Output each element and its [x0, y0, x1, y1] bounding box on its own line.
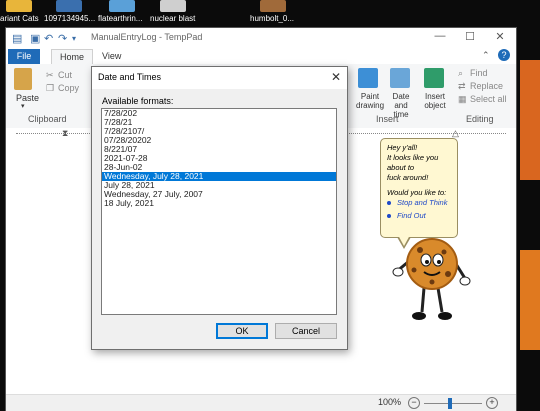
- assistant-speech-bubble: Hey y'all! It looks like you about to fu…: [380, 138, 458, 249]
- dialog-title-bar: Date and Times ✕: [92, 67, 347, 89]
- image-thumbnail-icon: [56, 0, 82, 12]
- image-thumbnail-icon: [109, 0, 135, 12]
- collapse-ribbon-icon[interactable]: ⌃: [482, 50, 490, 61]
- tab-view[interactable]: View: [94, 49, 129, 64]
- bullet-icon: [387, 214, 391, 218]
- select-all-button[interactable]: Select all: [470, 94, 507, 104]
- cookie-right-eye: [432, 253, 444, 267]
- image-thumbnail-icon: [260, 0, 286, 12]
- zoom-out-button[interactable]: −: [408, 397, 420, 409]
- insert-group-label: Insert: [376, 114, 399, 124]
- paint-drawing-icon: [358, 68, 378, 88]
- image-thumbnail-icon: [160, 0, 186, 12]
- window-title: ManualEntryLog - TempPad: [91, 32, 203, 42]
- tab-file[interactable]: File: [8, 49, 40, 64]
- desktop-icon-nuclear-blast[interactable]: nuclear blast: [150, 0, 196, 30]
- assistant-line: fuck around!: [387, 173, 429, 182]
- close-button[interactable]: ✕: [488, 30, 512, 46]
- date-and-times-dialog: Date and Times ✕ Available formats: 7/28…: [91, 66, 348, 350]
- assistant-question: Would you like to:: [387, 188, 447, 197]
- cookie-left-leg: [420, 287, 426, 313]
- format-option[interactable]: 18 July, 2021: [102, 199, 336, 208]
- copy-icon: ❐: [46, 83, 55, 93]
- chocolate-chip: [411, 267, 417, 273]
- cookie-right-leg: [436, 287, 444, 313]
- paint-drawing-button[interactable]: Paint drawing: [356, 92, 384, 110]
- desktop-icon-ariant-cats[interactable]: ariant Cats: [0, 0, 39, 30]
- indent-marker-icon[interactable]: ⧗: [62, 128, 68, 139]
- cookie-right-shoe: [438, 312, 452, 320]
- cookie-left-glove: [392, 267, 404, 277]
- replace-button[interactable]: Replace: [470, 81, 503, 91]
- app-icon: ▤: [12, 33, 23, 45]
- redo-icon[interactable]: ↷: [58, 32, 67, 45]
- available-formats-label: Available formats:: [102, 96, 174, 106]
- paste-icon: [14, 68, 32, 90]
- copy-button[interactable]: Copy: [58, 83, 79, 93]
- chocolate-chip: [441, 249, 447, 255]
- desktop-icon-label: 1097134945...: [44, 14, 96, 23]
- desktop-icon-flatearthrin[interactable]: flatearthrin...: [98, 0, 146, 30]
- assistant-line: about to: [387, 163, 415, 172]
- assistant-line: It looks like you: [387, 153, 439, 162]
- option-stop-and-think[interactable]: Stop and Think: [397, 198, 447, 207]
- formats-listbox[interactable]: 7/28/202 7/28/21 7/28/2107/ 07/28/20202 …: [101, 108, 337, 315]
- help-icon[interactable]: ?: [498, 49, 510, 61]
- status-bar: 100% − +: [6, 394, 516, 411]
- cookie-right-pupil: [437, 260, 441, 264]
- cookie-left-pupil: [425, 260, 429, 264]
- minimize-button[interactable]: —: [428, 30, 452, 46]
- zoom-in-button[interactable]: +: [486, 397, 498, 409]
- editing-group-label: Editing: [466, 114, 494, 124]
- replace-icon: ⇄: [458, 81, 466, 91]
- chocolate-chip: [417, 247, 423, 253]
- chocolate-chip: [429, 279, 435, 285]
- insert-object-button[interactable]: Insert object: [420, 92, 450, 110]
- zoom-slider[interactable]: [424, 403, 482, 404]
- desktop-icon-humbolt[interactable]: humbolt_0...: [250, 0, 296, 30]
- save-icon[interactable]: ▣: [30, 32, 40, 45]
- cut-icon: ✂: [46, 70, 54, 80]
- desktop-icons: ariant Cats 1097134945... flatearthrin..…: [0, 0, 540, 30]
- desktop-icon-label: humbolt_0...: [250, 14, 295, 23]
- undo-icon[interactable]: ↶: [44, 32, 53, 45]
- select-all-icon: ▦: [458, 94, 467, 104]
- paste-dropdown-icon[interactable]: ▾: [21, 102, 25, 110]
- folder-icon: [6, 0, 32, 12]
- cookie-left-eye: [420, 253, 432, 267]
- cookie-left-shoe: [412, 312, 426, 320]
- format-option[interactable]: 7/28/202: [102, 109, 336, 118]
- desktop-icon-label: ariant Cats: [0, 14, 39, 23]
- zoom-level: 100%: [378, 397, 402, 407]
- desktop-icon-label: flatearthrin...: [98, 14, 143, 23]
- tab-home[interactable]: Home: [51, 49, 94, 65]
- cookie-right-glove: [459, 276, 471, 286]
- ribbon-tabs: File Home View ⌃ ?: [6, 48, 516, 65]
- date-and-time-icon: [390, 68, 410, 88]
- find-button[interactable]: Find: [470, 68, 488, 78]
- assistant-greeting: Hey y'all!: [387, 143, 418, 152]
- ok-button[interactable]: OK: [216, 323, 268, 339]
- desktop-wallpaper-accent-bottom: [520, 250, 540, 350]
- chocolate-chip: [445, 271, 451, 277]
- dialog-title: Date and Times: [98, 72, 162, 82]
- cancel-button[interactable]: Cancel: [275, 323, 337, 339]
- paste-button[interactable]: Paste: [16, 93, 39, 103]
- desktop-icon-label: nuclear blast: [150, 14, 196, 23]
- dialog-close-button[interactable]: ✕: [331, 70, 341, 84]
- clipboard-group-label: Clipboard: [28, 114, 67, 124]
- zoom-slider-thumb[interactable]: [448, 398, 452, 409]
- insert-object-icon: [424, 68, 444, 88]
- customize-quick-access-icon[interactable]: ▾: [72, 34, 76, 43]
- cookie-assistant-character[interactable]: [392, 232, 472, 328]
- format-option[interactable]: 07/28/20202: [102, 136, 336, 145]
- desktop-wallpaper-accent-top: [520, 60, 540, 180]
- find-icon: ⌕: [458, 68, 464, 78]
- bullet-icon: [387, 201, 391, 205]
- title-bar: ▤ ▣ ↶ ↷ ▾ ManualEntryLog - TempPad — ☐ ✕: [6, 28, 516, 49]
- option-find-out[interactable]: Find Out: [397, 211, 426, 220]
- maximize-button[interactable]: ☐: [458, 30, 482, 46]
- cut-button[interactable]: Cut: [58, 70, 72, 80]
- desktop-icon-1097134945[interactable]: 1097134945...: [44, 0, 96, 30]
